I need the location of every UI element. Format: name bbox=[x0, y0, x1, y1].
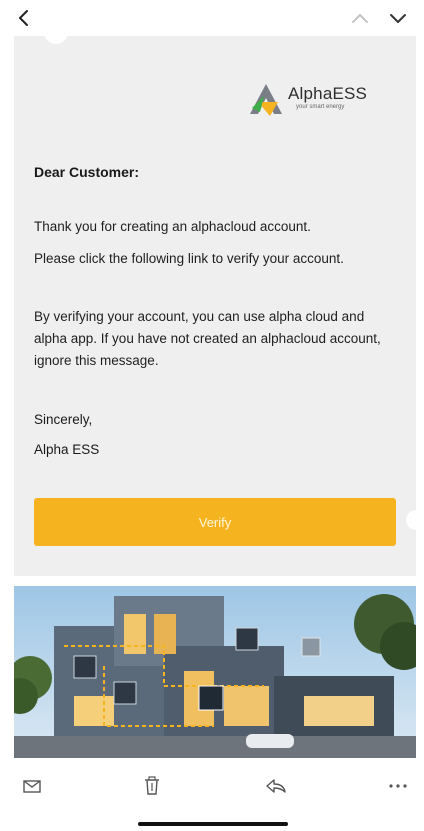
paragraph-thanks: Thank you for creating an alphacloud acc… bbox=[34, 219, 311, 234]
home-indicator[interactable] bbox=[138, 822, 288, 826]
more-icon bbox=[389, 784, 407, 788]
back-button[interactable] bbox=[10, 4, 38, 32]
chevron-left-icon bbox=[19, 10, 28, 26]
logo-tagline: your smart energy bbox=[296, 104, 345, 110]
bottom-toolbar bbox=[0, 766, 424, 806]
logo-mark-icon bbox=[250, 84, 282, 116]
signature: Alpha ESS bbox=[34, 442, 100, 457]
house-banner-image bbox=[14, 586, 416, 758]
chevron-up-icon bbox=[352, 14, 368, 23]
decorative-notch bbox=[44, 30, 68, 44]
chevron-down-icon bbox=[390, 14, 406, 23]
sign-off: Sincerely, bbox=[34, 412, 93, 427]
verify-button[interactable]: Verify bbox=[34, 498, 396, 546]
email-body: AlphaESS your smart energy Dear Customer… bbox=[14, 30, 424, 576]
reply-button[interactable] bbox=[262, 774, 290, 798]
paragraph-details: By verifying your account, you can use a… bbox=[34, 309, 381, 368]
move-to-folder-button[interactable] bbox=[18, 774, 46, 798]
greeting: Dear Customer: bbox=[34, 164, 140, 180]
trash-icon bbox=[145, 776, 159, 795]
mail-icon bbox=[23, 780, 41, 793]
more-button[interactable] bbox=[384, 774, 412, 798]
delete-button[interactable] bbox=[138, 774, 166, 798]
reply-icon bbox=[266, 779, 286, 793]
previous-message-button[interactable] bbox=[346, 4, 374, 32]
logo-text: AlphaESS bbox=[288, 84, 368, 103]
paragraph-instruction: Please click the following link to verif… bbox=[34, 251, 344, 266]
alphaess-logo: AlphaESS your smart energy bbox=[248, 80, 388, 120]
next-message-button[interactable] bbox=[384, 4, 412, 32]
decorative-notch bbox=[406, 510, 424, 530]
